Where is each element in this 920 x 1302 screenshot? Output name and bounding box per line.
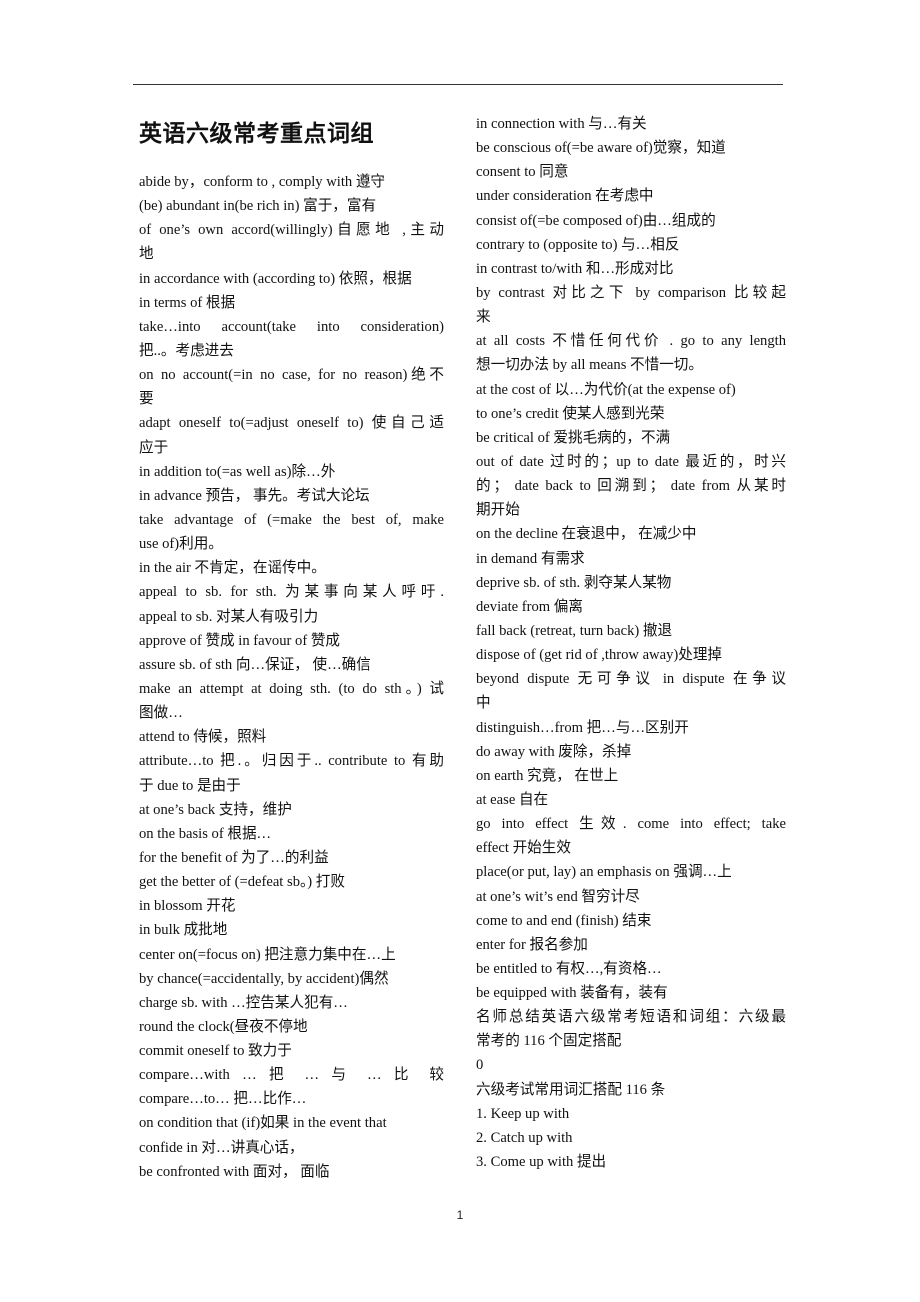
phrase-line: by contrast 对比之下 by comparison 比较起 [476, 284, 786, 301]
phrase-line: attend to 侍候，照料 [139, 729, 267, 746]
phrase-line: 要 [139, 391, 154, 408]
phrase-line: 想一切办法 by all means 不惜一切。 [476, 357, 703, 374]
phrase-line: 常考的 116 个固定搭配 [476, 1033, 622, 1050]
phrase-line: 地 [139, 246, 154, 263]
phrase-line: round the clock(昼夜不停地 [139, 1018, 308, 1035]
phrase-line: get the better of (=defeat sb。) 打败 [139, 874, 345, 891]
phrase-line: 于 due to 是由于 [139, 777, 241, 794]
phrase-line: compare…to… 把…比作… [139, 1091, 307, 1108]
right-phrase-list: in connection with 与…有关 be conscious of(=… [476, 112, 786, 1174]
phrase-line: place(or put, lay) an emphasis on 强调…上 [476, 864, 732, 881]
phrase-line: of one’s own accord(willingly)自愿地 ,主动 [139, 222, 444, 239]
phrase-line: consent to 同意 [476, 164, 569, 181]
phrase-line: commit oneself to 致力于 [139, 1043, 292, 1060]
document-title: 英语六级常考重点词组 [139, 121, 374, 147]
phrase-line: enter for 报名参加 [476, 936, 588, 953]
phrase-line: appeal to sb. for sth. 为某事向某人呼吁. [139, 584, 444, 601]
phrase-line: deviate from 偏离 [476, 598, 583, 615]
phrase-line: in addition to(=as well as)除…外 [139, 463, 336, 480]
phrase-line: at one’s back 支持，维护 [139, 801, 292, 818]
phrase-line: under consideration 在考虑中 [476, 188, 654, 205]
phrase-line: do away with 废除，杀掉 [476, 743, 632, 760]
phrase-line: on no account(=in no case, for no reason… [139, 367, 444, 384]
phrase-line: fall back (retreat, turn back) 撤退 [476, 622, 673, 639]
phrase-line: dispose of (get rid of ,throw away)处理掉 [476, 647, 723, 664]
phrase-line: 应于 [139, 439, 169, 456]
phrase-line: 的； date back to 回溯到； date from 从某时 [476, 478, 786, 495]
phrase-line: in blossom 开花 [139, 898, 236, 915]
phrase-line: adapt oneself to(=adjust oneself to) 使自己… [139, 415, 444, 432]
phrase-line: 2. Catch up with [476, 1129, 573, 1146]
phrase-line: in bulk 成批地 [139, 922, 228, 939]
right-column: in connection with 与…有关 be conscious of(=… [476, 112, 786, 1174]
phrase-line: 期开始 [476, 502, 520, 519]
phrase-line: 3. Come up with 提出 [476, 1154, 607, 1171]
phrase-line: at ease 自在 [476, 791, 549, 808]
phrase-line: 中 [476, 695, 491, 712]
phrase-line: (be) abundant in(be rich in) 富于，富有 [139, 198, 377, 215]
phrase-line: 来 [476, 309, 491, 326]
phrase-line: in advance 预告， 事先。考试大论坛 [139, 487, 370, 504]
phrase-line: beyond dispute 无可争议 in dispute 在争议 [476, 671, 786, 688]
phrase-line: 图做… [139, 705, 183, 722]
phrase-line: 把..。考虑进去 [139, 342, 234, 359]
phrase-line: in contrast to/with 和…形成对比 [476, 260, 674, 277]
page-number: 1 [456, 1208, 464, 1222]
phrase-line: 名师总结英语六级常考短语和词组：六级最 [476, 1009, 786, 1026]
phrase-line: be conscious of(=be aware of)觉察，知道 [476, 140, 726, 157]
phrase-line: for the benefit of 为了…的利益 [139, 849, 329, 866]
phrase-line: be critical of 爱挑毛病的，不满 [476, 429, 671, 446]
phrase-line: at all costs 不惜任何代价 . go to any length [476, 333, 786, 350]
phrase-line: attribute…to 把.。归因于.. contribute to 有助 [139, 753, 444, 770]
phrase-line: in connection with 与…有关 [476, 116, 647, 132]
phrase-line: deprive sb. of sth. 剥夺某人某物 [476, 574, 672, 591]
phrase-line: consist of(=be composed of)由…组成的 [476, 212, 716, 229]
phrase-line: at one’s wit’s end 智穷计尽 [476, 888, 640, 905]
phrase-line: center on(=focus on) 把注意力集中在…上 [139, 946, 396, 963]
phrase-line: in demand 有需求 [476, 550, 585, 567]
phrase-line: confide in 对…讲真心话， [139, 1139, 304, 1156]
phrase-line: make an attempt at doing sth. (to do sth… [139, 680, 444, 697]
phrase-line: 1. Keep up with [476, 1105, 570, 1122]
phrase-line: in terms of 根据 [139, 294, 236, 311]
left-column: 英语六级常考重点词组 abide by，conform to , comply … [139, 112, 444, 1184]
phrase-line: come to and end (finish) 结束 [476, 912, 652, 929]
header-rule [133, 84, 783, 85]
phrase-line: abide by，conform to , comply with 遵守 [139, 174, 386, 190]
phrase-line: effect 开始生效 [476, 840, 571, 857]
phrase-line: take…into account(take into consideratio… [139, 318, 444, 335]
phrase-line: take advantage of (=make the best of, ma… [139, 511, 444, 528]
phrase-line: in the air 不肯定，在谣传中。 [139, 560, 326, 577]
phrase-line: assure sb. of sth 向…保证， 使…确信 [139, 656, 371, 673]
phrase-line: use of)利用。 [139, 536, 223, 553]
phrase-line: compare…with … 把 … 与 … 比 较 [139, 1067, 444, 1084]
phrase-line: at the cost of 以…为代价(at the expense of) [476, 381, 736, 398]
phrase-line: be equipped with 装备有，装有 [476, 985, 668, 1002]
phrase-line: on condition that (if)如果 in the event th… [139, 1115, 387, 1132]
phrase-line: on the basis of 根据… [139, 825, 272, 842]
phrase-line: in accordance with (according to) 依照，根据 [139, 270, 412, 287]
phrase-line: be entitled to 有权…,有资格… [476, 960, 662, 977]
phrase-line: contrary to (opposite to) 与…相反 [476, 236, 680, 253]
phrase-line: be confronted with 面对， 面临 [139, 1163, 330, 1180]
left-phrase-list: abide by，conform to , comply with 遵守 (be)… [139, 170, 444, 1184]
phrase-line: on earth 究竟， 在世上 [476, 767, 619, 784]
phrase-line: out of date 过时的；up to date 最近的，时兴 [476, 453, 786, 470]
phrase-line: appeal to sb. 对某人有吸引力 [139, 608, 319, 625]
phrase-line: 六级考试常用词汇搭配 116 条 [476, 1081, 666, 1098]
phrase-line: by chance(=accidentally, by accident)偶然 [139, 970, 389, 987]
phrase-line: charge sb. with …控告某人犯有… [139, 994, 348, 1011]
phrase-line: on the decline 在衰退中， 在减少中 [476, 526, 697, 543]
phrase-line: go into effect 生效. come into effect; tak… [476, 816, 786, 833]
phrase-line: approve of 赞成 in favour of 赞成 [139, 632, 341, 649]
phrase-line: 0 [476, 1057, 484, 1074]
phrase-line: to one’s credit 使某人感到光荣 [476, 405, 665, 422]
phrase-line: distinguish…from 把…与…区别开 [476, 719, 689, 736]
